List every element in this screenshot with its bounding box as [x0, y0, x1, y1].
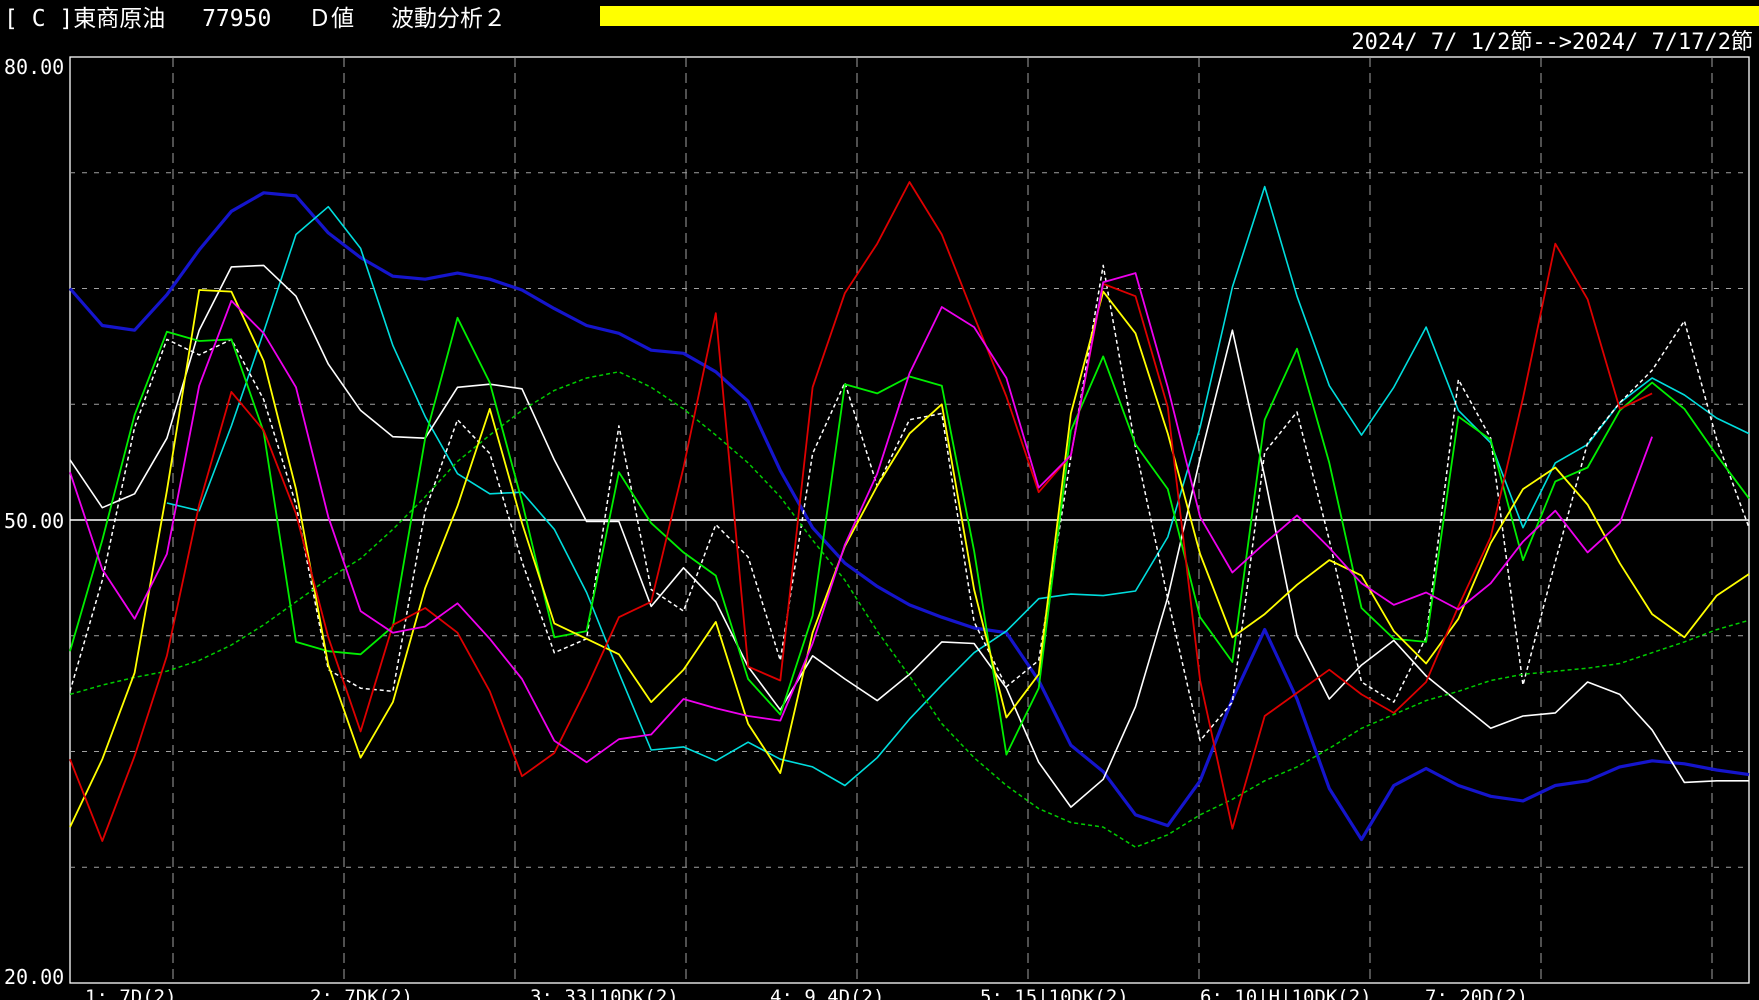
- series-line-4: [69, 264, 1750, 742]
- x-tick-label: 7: 20D(2): [1425, 986, 1528, 1000]
- x-tick-label: 4: 9 4D(2): [770, 986, 884, 1000]
- series-line-8: [69, 181, 1653, 842]
- x-tick-label: 5: 15|10DK(2): [980, 986, 1129, 1000]
- x-tick-label: 1: 7D(2): [85, 986, 177, 1000]
- series-layer: [68, 181, 1750, 848]
- wave-analysis-chart: 80.00 50.00 20.00 1: 7D(2) 2: 7DK(2) 3: 33|10…: [4, 55, 1750, 1000]
- x-tick-label: 3: 33|10DK(2): [530, 986, 679, 1000]
- y-tick-label: 80.00: [4, 55, 64, 79]
- x-tick-label: 6: 10|H|10DK(2): [1200, 986, 1372, 1000]
- y-tick-label: 50.00: [4, 509, 64, 533]
- axis-labels: 80.00 50.00 20.00 1: 7D(2) 2: 7DK(2) 3: 33|10…: [4, 55, 1528, 1000]
- series-line-3: [69, 264, 1749, 808]
- y-tick-label: 20.00: [4, 965, 64, 989]
- series-line-7: [69, 289, 1750, 828]
- grid: [69, 56, 1750, 984]
- series-line-1: [68, 191, 1750, 842]
- x-tick-label: 2: 7DK(2): [310, 986, 413, 1000]
- series-line-6: [69, 316, 1750, 756]
